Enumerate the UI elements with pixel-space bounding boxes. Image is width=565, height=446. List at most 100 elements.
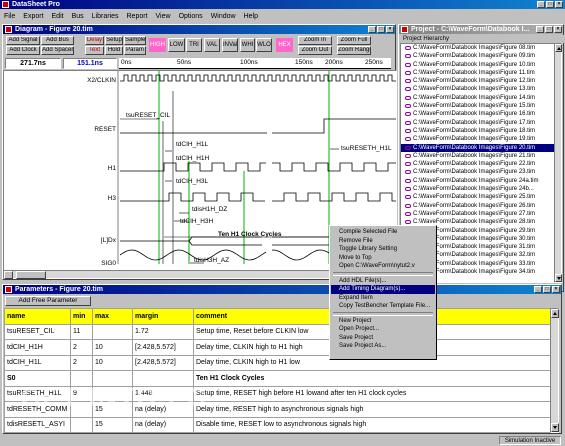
annotation-tdcih-h1l[interactable]: tdCIH_H1L	[176, 141, 208, 148]
table-row[interactable]: tdisRESETL_ASYI 15 na (delay) Disable time,…	[4, 416, 552, 433]
column-header[interactable]: min	[70, 308, 93, 325]
hold-button[interactable]: Hold	[105, 46, 123, 55]
column-header[interactable]: name	[4, 308, 71, 325]
context-menu-item[interactable]: New Project	[331, 317, 435, 326]
table-cell[interactable]	[70, 416, 93, 433]
annotation-tdcih-h3l[interactable]: tdCIH_H3L	[176, 178, 208, 185]
project-file-item[interactable]: C:\WaveForm\Databook Images\Figure 23.ti…	[401, 168, 555, 176]
params-minimize-button[interactable]: _	[534, 286, 542, 293]
high-button[interactable]: HIGH	[149, 38, 166, 52]
params-close-button[interactable]: ×	[552, 286, 560, 293]
menu-help[interactable]: Help	[240, 11, 262, 22]
zoom-in-button[interactable]: Zoom In	[298, 36, 332, 45]
menu-edit[interactable]: Edit	[48, 11, 68, 22]
project-close-button[interactable]: ×	[554, 26, 562, 33]
table-cell[interactable]: [2.428,5.572]	[132, 339, 194, 356]
project-file-item[interactable]: C:\WaveForm\Databook Images\Figure 21.ti…	[401, 152, 555, 160]
sample-button[interactable]: Sample	[124, 36, 146, 45]
annotation-tdcih-h1h[interactable]: tdCIH_H1H	[176, 155, 209, 162]
project-vertical-scrollbar[interactable]	[554, 43, 562, 283]
table-cell[interactable]: Ten H1 Clock Cycles	[193, 370, 552, 387]
scroll-up-button[interactable]	[551, 309, 559, 318]
project-file-item[interactable]: C:\WaveForm\Databook Images\Figure 20.ti…	[401, 143, 555, 152]
table-row[interactable]: tdCIH_H1H 2 10 [2.428,5.572] Delay time, CLK…	[4, 339, 552, 356]
context-menu-item[interactable]: Compile Selected File	[331, 228, 435, 237]
annotation-tdis-h1h-dz[interactable]: tdisH1H_DZ	[192, 206, 227, 213]
scroll-down-button[interactable]	[555, 274, 562, 282]
project-file-item[interactable]: C:\WaveForm\Databook Images\Figure 24a.t…	[401, 177, 555, 185]
val-button[interactable]: VAL	[204, 38, 220, 52]
menu-bus[interactable]: Bus	[68, 11, 88, 22]
signal-label-h3[interactable]: H3	[108, 195, 116, 202]
table-cell[interactable]: tdisRESETL_ASYI	[4, 416, 71, 433]
hex-button[interactable]: HEX	[276, 38, 293, 52]
scroll-thumb[interactable]	[16, 271, 46, 279]
add-signal-button[interactable]: Add Signal	[6, 36, 40, 45]
project-minimize-button[interactable]: _	[536, 26, 544, 33]
table-cell[interactable]: 1.72	[132, 323, 194, 340]
menu-window[interactable]: Window	[207, 11, 240, 22]
add-clock-button[interactable]: Add Clock	[6, 46, 40, 55]
param-button[interactable]: Param	[124, 46, 146, 55]
project-file-item[interactable]: C:\WaveForm\Databook Images\Figure 12.ti…	[401, 77, 555, 85]
maximize-button[interactable]: □	[546, 1, 554, 8]
context-menu-item[interactable]: Copy TestBencher Template File...	[331, 302, 435, 311]
signal-label-sig0[interactable]: SIG0	[101, 260, 116, 267]
menu-export[interactable]: Export	[19, 11, 47, 22]
context-menu-item[interactable]: Remove File	[331, 237, 435, 246]
diagram-minimize-button[interactable]: _	[368, 26, 376, 33]
parameters-vertical-scrollbar[interactable]	[550, 308, 559, 433]
project-file-item[interactable]: C:\WaveForm\Databook Images\Figure 16.ti…	[401, 110, 555, 118]
zoom-out-button[interactable]: Zoom Out	[298, 46, 332, 55]
project-file-item[interactable]: C:\WaveForm\Databook Images\Figure 14.ti…	[401, 94, 555, 102]
table-row[interactable]: tsuRESET_CIL 11 1.72 Setup time, Reset befo…	[4, 323, 552, 340]
menu-file[interactable]: File	[0, 11, 19, 22]
annotation-tsureseth-h1l[interactable]: tsuRESETH_H1L	[341, 145, 392, 152]
project-file-item[interactable]: C:\WaveForm\Databook Images\Figure 09.ti…	[401, 52, 555, 60]
add-free-parameter-button[interactable]: Add Free Parameter	[5, 296, 91, 306]
context-menu-item[interactable]: Move to Top	[331, 254, 435, 263]
scroll-up-button[interactable]	[555, 44, 562, 52]
low-button[interactable]: LOW	[168, 38, 185, 52]
delay-button[interactable]: Delay	[85, 36, 104, 45]
menu-libraries[interactable]: Libraries	[88, 11, 123, 22]
wlo-button[interactable]: WLO	[256, 38, 272, 52]
table-cell[interactable]: 2	[70, 354, 93, 371]
scroll-down-button[interactable]	[551, 423, 559, 432]
project-file-item[interactable]: C:\WaveForm\Databook Images\Figure 22.ti…	[401, 160, 555, 168]
menu-options[interactable]: Options	[175, 11, 207, 22]
table-cell[interactable]: tsuRESET_CIL	[4, 323, 71, 340]
add-spacer-button[interactable]: Add Spacer	[41, 46, 74, 55]
project-file-item[interactable]: C:\WaveForm\Databook Images\Figure 19.ti…	[401, 135, 555, 143]
params-maximize-button[interactable]: □	[543, 286, 551, 293]
annotation-tdis-h3h-az[interactable]: tdisH3H_AZ	[194, 257, 229, 264]
table-cell[interactable]: 10	[92, 339, 133, 356]
invert-val-button[interactable]: INVal	[222, 38, 238, 52]
text-button[interactable]: Text	[85, 46, 104, 55]
project-file-item[interactable]: C:\WaveForm\Databook Images\Figure 11.ti…	[401, 69, 555, 77]
table-row[interactable]: tdCIH_H1L 2 10 [2.428,5.572] Delay time, CLK…	[4, 354, 552, 371]
table-cell[interactable]	[92, 323, 133, 340]
close-button[interactable]: ×	[555, 1, 563, 8]
table-cell[interactable]: na (delay)	[132, 416, 194, 433]
context-menu-item[interactable]: Open C:\WaveForm\nytut2.v	[331, 262, 435, 271]
setup-button[interactable]: Setup	[105, 36, 123, 45]
table-cell[interactable]: tdCIH_H1H	[4, 339, 71, 356]
context-menu-item[interactable]: Add HDL File(s)...	[331, 277, 435, 286]
zoom-full-button[interactable]: Zoom Full	[337, 36, 371, 45]
table-cell[interactable]: tdCIH_H1L	[4, 354, 71, 371]
project-file-item[interactable]: C:\WaveForm\Databook Images\Figure 10.ti…	[401, 61, 555, 69]
table-cell[interactable]: 2	[70, 339, 93, 356]
table-cell[interactable]: 11	[70, 323, 93, 340]
annotation-tsureset-cil[interactable]: tsuRESET_CIL	[126, 112, 170, 119]
project-file-item[interactable]: C:\WaveForm\Databook Images\Figure 27.ti…	[401, 210, 555, 218]
table-cell[interactable]: 10	[92, 354, 133, 371]
minimize-button[interactable]: _	[537, 1, 545, 8]
table-cell[interactable]: [2.428,5.572]	[132, 354, 194, 371]
context-menu-item[interactable]: Open Project...	[331, 325, 435, 334]
menu-report[interactable]: Report	[123, 11, 152, 22]
add-bus-button[interactable]: Add Bus	[41, 36, 74, 45]
context-menu-item[interactable]: Add Timing Diagram(s)...	[331, 285, 435, 294]
context-menu-item[interactable]: Save Project As...	[331, 342, 435, 351]
table-cell[interactable]: 15	[92, 416, 133, 433]
